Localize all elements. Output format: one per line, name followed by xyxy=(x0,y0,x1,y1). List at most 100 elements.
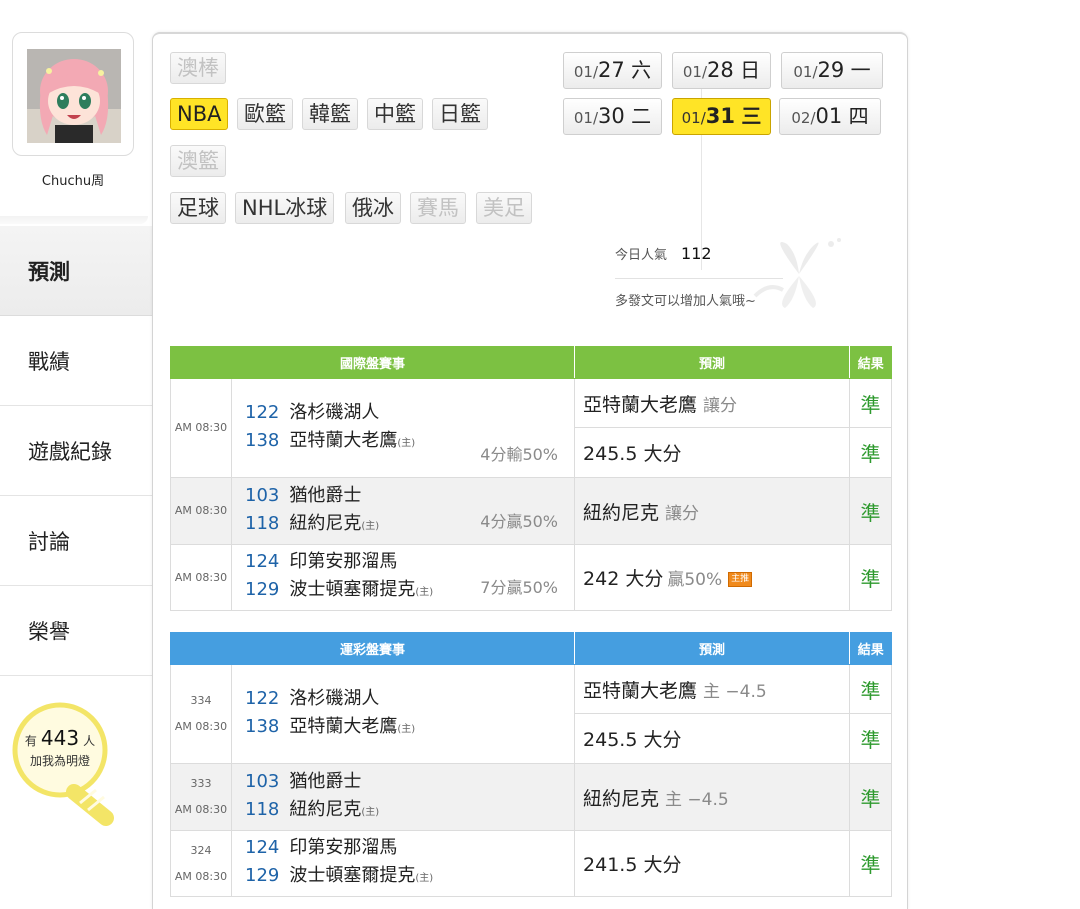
odds-line: 7分贏50% xyxy=(480,578,559,597)
table-row: AM 08:30 124 印第安那溜馬 129 波士頓塞爾提克(主) 7分贏50% … xyxy=(170,544,893,611)
sidebar-item-record[interactable]: 戰績 xyxy=(0,316,152,406)
header-event: 運彩盤賽事 xyxy=(169,632,576,665)
sidebar-item-game-history[interactable]: 遊戲紀錄 xyxy=(0,406,152,496)
home-team[interactable]: 波士頓塞爾提克 xyxy=(289,579,415,600)
away-team[interactable]: 洛杉磯湖人 xyxy=(289,402,379,423)
prediction-total: 241.5 大分 xyxy=(574,830,851,897)
sport-tag-nhl[interactable]: NHL冰球 xyxy=(235,192,335,224)
username[interactable]: Chuchu周 xyxy=(0,170,146,189)
fans-count: 443 xyxy=(40,726,80,750)
away-team[interactable]: 洛杉磯湖人 xyxy=(289,688,379,709)
header-result: 結果 xyxy=(849,346,892,379)
prediction-type: 讓分 xyxy=(665,503,700,524)
featured-badge: 主推 xyxy=(728,572,753,587)
sport-tag-china-basketball[interactable]: 中籃 xyxy=(367,98,423,130)
home-team[interactable]: 亞特蘭大老鷹 xyxy=(289,430,397,451)
fans-suffix: 人 xyxy=(83,734,96,748)
profile-shelf xyxy=(0,216,148,224)
away-team[interactable]: 猶他爵士 xyxy=(289,771,361,792)
home-team[interactable]: 紐約尼克 xyxy=(289,799,361,820)
table-row: 334 AM 08:30 122 洛杉磯湖人 138 亞特蘭大老鷹(主) 亞特蘭大老… xyxy=(170,664,893,764)
game-time: AM 08:30 xyxy=(174,803,228,816)
lottery-odds-table: 運彩盤賽事 預測 結果 334 AM 08:30 122 洛杉磯湖人 138 亞特蘭… xyxy=(169,632,893,897)
prediction-total: 242 大分 贏50% 主推 xyxy=(574,544,851,611)
sport-tag-aus-baseball[interactable]: 澳棒 xyxy=(170,52,226,84)
home-tag: (主) xyxy=(415,587,434,598)
fans-lightbulb[interactable]: 有 443 人 加我為明燈 xyxy=(10,700,120,830)
home-tag: (主) xyxy=(415,873,434,884)
prediction-pick: 紐約尼克 xyxy=(583,787,660,810)
game-teams: 103 猶他爵士 118 紐約尼克(主) 4分贏50% xyxy=(230,477,576,545)
home-tag: (主) xyxy=(361,806,380,818)
prediction-spread: 紐約尼克 讓分 xyxy=(574,477,851,545)
table-row: AM 08:30 122 洛杉磯湖人 138 亞特蘭大老鷹(主) 4分輸50% 亞特… xyxy=(170,378,893,478)
sidebar: Chuchu周 預測 戰績 遊戲紀錄 討論 榮譽 有 443 人 加我為明燈 xyxy=(0,30,152,909)
prediction-spread: 亞特蘭大老鷹主 −4.5 xyxy=(574,664,851,714)
sport-tag-us-football[interactable]: 美足 xyxy=(476,192,532,224)
sport-tag-horse-racing[interactable]: 賽馬 xyxy=(410,192,466,224)
home-number: 138 xyxy=(245,429,280,451)
away-number: 122 xyxy=(245,401,280,423)
home-tag: (主) xyxy=(361,520,380,532)
home-number: 129 xyxy=(245,865,280,886)
table-row: 324 AM 08:30 124 印第安那溜馬 129 波士頓塞爾提克(主) 241… xyxy=(170,830,893,897)
avatar-card[interactable] xyxy=(12,32,134,156)
date-button-0131[interactable]: 01/31 三 xyxy=(672,98,771,135)
date-button-0201[interactable]: 02/01 四 xyxy=(779,98,881,135)
game-time: AM 08:30 xyxy=(174,720,228,733)
away-number: 103 xyxy=(245,770,280,792)
home-team[interactable]: 亞特蘭大老鷹 xyxy=(289,716,397,737)
sport-tag-korea-basketball[interactable]: 韓籃 xyxy=(302,98,358,130)
header-prediction: 預測 xyxy=(574,346,851,379)
sport-tag-japan-basketball[interactable]: 日籃 xyxy=(432,98,488,130)
away-team[interactable]: 印第安那溜馬 xyxy=(289,551,397,572)
sidebar-item-discussion[interactable]: 討論 xyxy=(0,496,152,586)
avatar[interactable] xyxy=(27,49,121,143)
table-header-row: 運彩盤賽事 預測 結果 xyxy=(169,632,892,665)
odds-line: 4分贏50% xyxy=(480,512,559,531)
game-teams: 124 印第安那溜馬 129 波士頓塞爾提克(主) xyxy=(230,830,576,897)
sidebar-item-honor[interactable]: 榮譽 xyxy=(0,586,152,676)
header-prediction: 預測 xyxy=(574,632,851,665)
popularity-note: 多發文可以增加人氣哦~ xyxy=(615,294,756,309)
intl-odds-table: 國際盤賽事 預測 結果 AM 08:30 122 洛杉磯湖人 138 亞特蘭大老鷹(… xyxy=(169,346,893,611)
sport-tag-soccer[interactable]: 足球 xyxy=(170,192,226,224)
result-correct: 準 xyxy=(849,378,893,428)
sport-tag-euro-basketball[interactable]: 歐籃 xyxy=(237,98,293,130)
date-button-0130[interactable]: 01/30 二 xyxy=(563,98,662,135)
prediction-spread: 紐約尼克主 −4.5 xyxy=(574,763,851,831)
home-number: 118 xyxy=(245,512,280,534)
game-teams: 124 印第安那溜馬 129 波士頓塞爾提克(主) 7分贏50% xyxy=(230,544,576,611)
home-team[interactable]: 紐約尼克 xyxy=(289,513,361,534)
header-event: 國際盤賽事 xyxy=(169,346,576,379)
away-team[interactable]: 印第安那溜馬 xyxy=(289,837,397,858)
prediction-type: 讓分 xyxy=(703,395,738,416)
sport-tag-nba[interactable]: NBA xyxy=(170,98,229,130)
sport-tag-russia-hockey[interactable]: 俄冰 xyxy=(345,192,401,224)
away-team[interactable]: 猶他爵士 xyxy=(289,485,361,506)
prediction-total: 245.5 大分 xyxy=(574,427,851,478)
result-correct: 準 xyxy=(849,664,893,714)
date-button-0127[interactable]: 01/27 六 xyxy=(563,52,662,89)
home-team[interactable]: 波士頓塞爾提克 xyxy=(289,865,415,886)
table-header-row: 國際盤賽事 預測 結果 xyxy=(169,346,892,379)
date-button-0129[interactable]: 01/29 一 xyxy=(781,52,883,89)
prediction-pick: 亞特蘭大老鷹 xyxy=(583,393,698,416)
prediction-win-rate: 贏50% xyxy=(667,570,723,590)
away-number: 103 xyxy=(245,484,280,506)
result-correct: 準 xyxy=(849,763,893,831)
home-number: 118 xyxy=(245,798,280,820)
odds-line: 4分輸50% xyxy=(480,445,559,464)
game-code-time: 324 AM 08:30 xyxy=(170,830,232,897)
away-number: 122 xyxy=(245,687,280,709)
game-code: 334 xyxy=(190,694,212,707)
fans-label: 加我為明燈 xyxy=(29,754,90,768)
game-teams: 103 猶他爵士 118 紐約尼克(主) xyxy=(230,763,576,831)
popularity-count: 112 xyxy=(681,244,712,263)
sidebar-item-predict[interactable]: 預測 xyxy=(0,226,152,316)
result-correct: 準 xyxy=(849,427,893,478)
sport-tag-aus-basketball[interactable]: 澳籃 xyxy=(170,145,226,177)
game-teams: 122 洛杉磯湖人 138 亞特蘭大老鷹(主) xyxy=(230,664,576,764)
result-correct: 準 xyxy=(849,477,893,545)
date-button-0128[interactable]: 01/28 日 xyxy=(672,52,771,89)
